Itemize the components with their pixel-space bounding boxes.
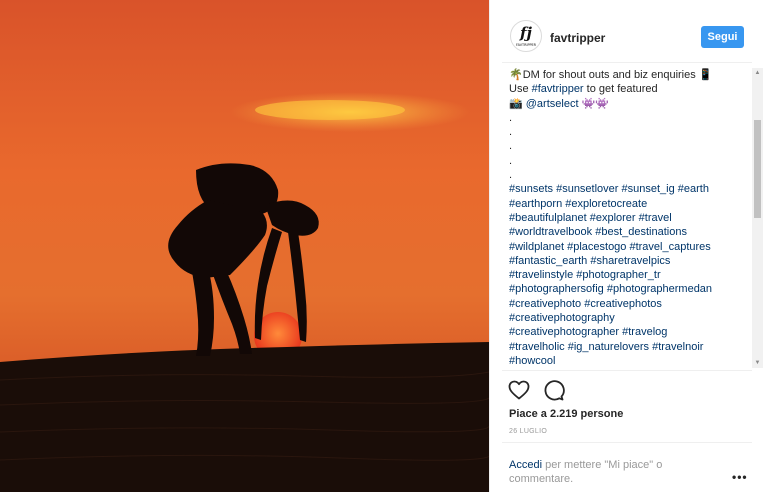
caption-text: .	[509, 154, 513, 167]
hashtag-link[interactable]: #beautifulplanet #explorer #travel	[509, 212, 672, 224]
sunset-silhouette-image	[0, 0, 491, 492]
caption-line: .	[509, 111, 741, 125]
caption-line: #fantastic_earth #sharetravelpics	[509, 254, 741, 268]
caption-line: #creativephotographer #travelog	[509, 325, 741, 339]
post-caption: 🌴DM for shout outs and biz enquiries 📱 Us…	[509, 68, 741, 368]
caption-text: .	[509, 140, 513, 153]
comments-divider	[502, 442, 752, 443]
caption-line: #creativephoto #creativephotos	[509, 297, 741, 311]
hashtag-link[interactable]: #earthporn #exploretocreate	[509, 198, 647, 210]
caption-divider	[502, 370, 752, 371]
post-header: fj FAVTRIPPER favtripper Segui	[490, 12, 763, 60]
follow-button[interactable]: Segui	[701, 26, 744, 48]
caption-scroll-area[interactable]: 🌴DM for shout outs and biz enquiries 📱 Us…	[490, 68, 763, 368]
caption-line: #photographersofig #photographermedan	[509, 282, 741, 296]
hashtag-link[interactable]: #creativephoto #creativephotos	[509, 298, 662, 310]
caption-text: 👾👾	[578, 97, 609, 110]
hashtag-link[interactable]: #howcool	[509, 355, 555, 367]
avatar[interactable]: fj FAVTRIPPER	[510, 20, 542, 52]
heart-icon[interactable]	[507, 378, 531, 402]
comment-icon[interactable]	[541, 378, 565, 402]
hashtag-link[interactable]: #favtripper	[532, 83, 584, 95]
caption-line: .	[509, 125, 741, 139]
post-actions	[490, 378, 763, 402]
username-link[interactable]: favtripper	[550, 31, 605, 45]
caption-line: #earthporn #exploretocreate	[509, 197, 741, 211]
hashtag-link[interactable]: #sunsets #sunsetlover #sunset_ig #earth	[509, 183, 709, 195]
caption-scrollbar[interactable]: ▲ ▼	[752, 68, 763, 368]
caption-line: #sunsets #sunsetlover #sunset_ig #earth	[509, 182, 741, 196]
more-options-button[interactable]: •••	[732, 470, 748, 484]
caption-text: .	[509, 126, 513, 139]
caption-line: 📸 @artselect 👾👾	[509, 97, 741, 111]
scroll-up-arrow-icon[interactable]: ▲	[752, 68, 763, 78]
hashtag-link[interactable]: #worldtravelbook #best_destinations	[509, 226, 687, 238]
caption-text: 🌴DM for shout outs and biz enquiries 📱	[509, 69, 713, 81]
caption-line: Use #favtripper to get featured	[509, 82, 741, 96]
caption-line: .	[509, 168, 741, 182]
hashtag-link[interactable]: #wildplanet #placestogo #travel_captures	[509, 241, 711, 253]
caption-line: .	[509, 154, 741, 168]
caption-text: .	[509, 111, 513, 124]
caption-line: #travelinstyle #photographer_tr	[509, 268, 741, 282]
post-date[interactable]: 26 LUGLIO	[509, 428, 547, 435]
caption-line: #creativephotography	[509, 311, 741, 325]
svg-text:FAVTRIPPER: FAVTRIPPER	[516, 43, 537, 47]
caption-line: #wildplanet #placestogo #travel_captures	[509, 240, 741, 254]
caption-line: 🌴DM for shout outs and biz enquiries 📱	[509, 68, 741, 82]
scrollbar-thumb[interactable]	[754, 120, 761, 218]
post-photo[interactable]	[0, 0, 491, 492]
caption-line: #beautifulplanet #explorer #travel	[509, 211, 741, 225]
caption-text: 📸	[509, 97, 526, 110]
login-link[interactable]: Accedi	[509, 459, 542, 471]
caption-line: #travelholic #ig_naturelovers #travelnoi…	[509, 340, 741, 354]
hashtag-link[interactable]: #fantastic_earth #sharetravelpics	[509, 255, 670, 267]
favtripper-logo-icon: fj FAVTRIPPER	[516, 24, 537, 47]
caption-text: Use	[509, 83, 532, 96]
hashtag-link[interactable]: #photographersofig #photographermedan	[509, 283, 712, 295]
caption-text: to get featured	[583, 83, 658, 96]
hashtag-link[interactable]: #travelinstyle #photographer_tr	[509, 269, 661, 281]
hashtag-link[interactable]: #travelholic #ig_naturelovers #travelnoi…	[509, 341, 703, 353]
caption-line: .	[509, 139, 741, 153]
hashtag-link[interactable]: #creativephotography	[509, 312, 615, 324]
svg-text:fj: fj	[519, 24, 532, 42]
hashtag-link[interactable]: @artselect	[526, 98, 579, 110]
caption-line: #howcool	[509, 354, 741, 368]
likes-count[interactable]: Piace a 2.219 persone	[509, 408, 623, 420]
login-to-comment: Accedi per mettere "Mi piace" o commenta…	[509, 458, 689, 486]
header-divider	[502, 62, 752, 63]
caption-text: .	[509, 169, 513, 182]
post-side-panel: fj FAVTRIPPER favtripper Segui 🌴DM for s…	[489, 0, 763, 492]
scroll-down-arrow-icon[interactable]: ▼	[752, 358, 763, 368]
caption-line: #worldtravelbook #best_destinations	[509, 225, 741, 239]
hashtag-link[interactable]: #creativephotographer #travelog	[509, 326, 667, 338]
